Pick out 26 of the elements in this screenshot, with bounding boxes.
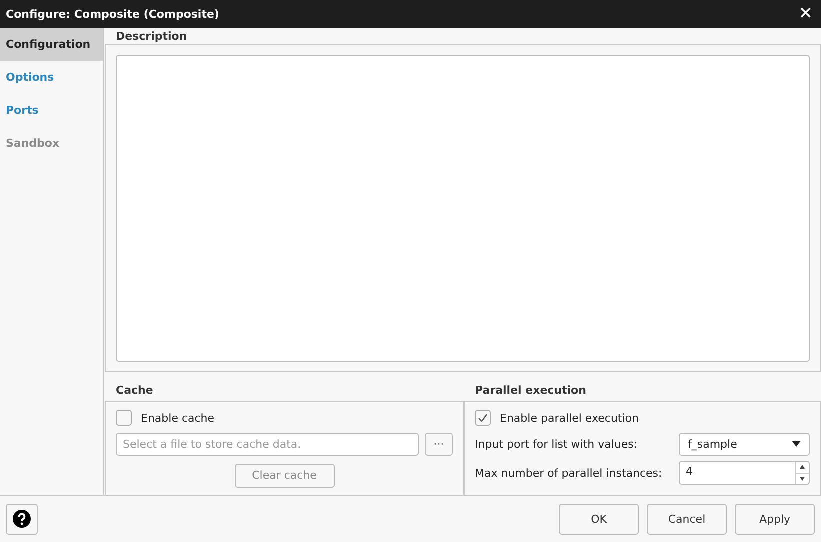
file-field[interactable]: Select a file to store cache data.	[116, 432, 419, 456]
sidebar-item[interactable]: Ports	[0, 94, 103, 127]
section-label: Cache	[115, 382, 154, 396]
section-label: Description	[115, 29, 188, 44]
dialog-button[interactable]: Cancel	[647, 504, 727, 534]
description-field[interactable]	[116, 54, 810, 362]
checkbox[interactable]	[475, 410, 491, 426]
check-icon	[477, 412, 489, 424]
help-icon	[13, 510, 31, 528]
dialog-button[interactable]: Apply	[735, 504, 815, 534]
window-title: Configure: Composite (Composite)	[6, 8, 220, 20]
section-label: Parallel execution	[474, 382, 588, 396]
field-label: Max number of parallel instances:	[475, 466, 662, 480]
dropdown-arrow-icon	[792, 441, 801, 447]
checkbox-label: Enable parallel execution	[500, 412, 639, 424]
checkbox-label: Enable cache	[141, 412, 215, 424]
instances-spinbox[interactable]: 4	[679, 461, 810, 485]
port-dropdown[interactable]: f_sample	[679, 432, 810, 456]
dialog-button[interactable]: OK	[559, 504, 639, 534]
close-button[interactable]: ✕	[796, 6, 815, 22]
checkbox[interactable]	[116, 410, 132, 426]
help-button[interactable]	[6, 504, 38, 534]
field-label: Input port for list with values:	[475, 438, 638, 450]
sidebar-item[interactable]: Configuration	[0, 28, 103, 61]
browse-button[interactable]: ···	[425, 432, 453, 456]
sidebar-item[interactable]: Options	[0, 61, 103, 94]
